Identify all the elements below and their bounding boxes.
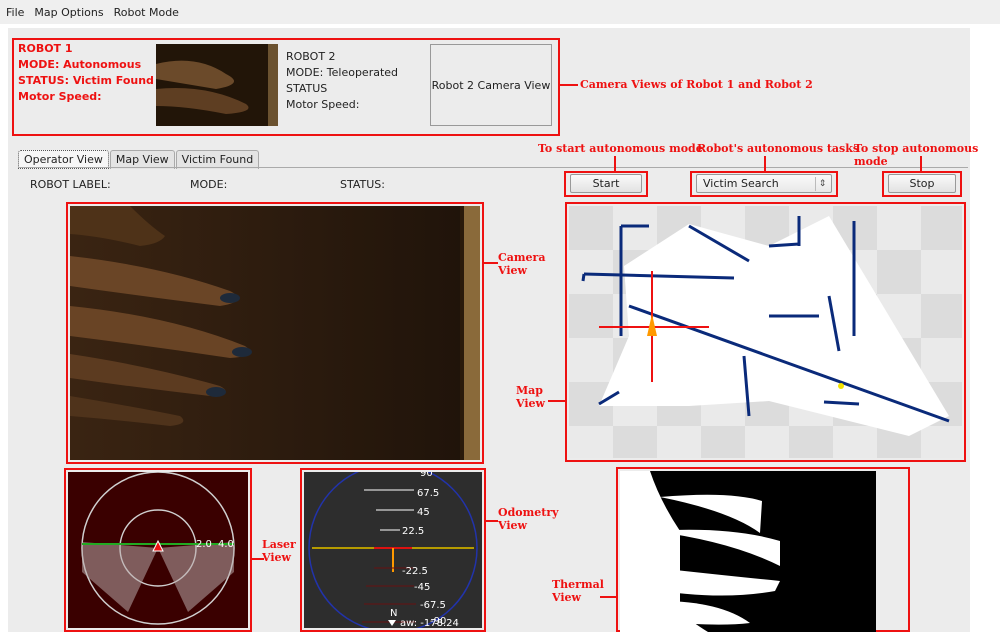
- odometry-tick: 22.5: [402, 526, 424, 537]
- annotation-arrow: [560, 84, 578, 86]
- odometry-tick: -67.5: [420, 600, 446, 611]
- status-field: STATUS:: [340, 178, 385, 191]
- menu-bar: File Map Options Robot Mode: [0, 0, 1000, 24]
- annotation-camera-line2: View: [498, 264, 527, 277]
- annotation-arrow: [484, 262, 498, 264]
- laser-ring-label-outer: 4.0: [218, 539, 234, 550]
- robot1-speed: Motor Speed:: [18, 90, 102, 103]
- annotation-camera-views: Camera Views of Robot 1 and Robot 2: [580, 78, 813, 91]
- odometry-tick: 90: [420, 472, 433, 479]
- menu-file[interactable]: File: [6, 6, 24, 19]
- select-arrows-icon: ⇕: [815, 177, 829, 191]
- odometry-tick: -45: [414, 582, 430, 593]
- annotation-stop: To stop autonomous mode: [854, 142, 979, 168]
- thermal-view: [620, 471, 876, 632]
- north-indicator: N: [390, 608, 397, 619]
- robot1-name: ROBOT 1: [18, 42, 73, 55]
- odometry-gauge: 90 67.5 45 22.5 -22.5 -45 -67.5 -90 N aw…: [304, 472, 482, 628]
- annotation-arrow: [548, 400, 566, 402]
- annotation-camera-view: Camera View: [498, 251, 545, 277]
- start-button[interactable]: Start: [570, 174, 642, 193]
- annotation-arrow: [486, 520, 498, 522]
- robot2-speed: Motor Speed:: [286, 98, 360, 111]
- main-camera-view: [70, 206, 480, 460]
- annotation-arrow: [920, 156, 922, 171]
- robot1-mode: MODE: Autonomous: [18, 58, 142, 71]
- map-view[interactable]: [569, 206, 962, 458]
- laser-scan: 2.0 4.0: [68, 472, 248, 628]
- robot2-camera-view: Robot 2 Camera View: [430, 44, 552, 126]
- stop-button[interactable]: Stop: [888, 174, 956, 193]
- robot1-camera-thumbnail: [156, 44, 278, 126]
- annotation-map-view: Map View: [516, 384, 545, 410]
- annotation-map-line2: View: [516, 397, 545, 410]
- mode-field: MODE:: [190, 178, 228, 191]
- task-select[interactable]: Victim Search ⇕: [696, 174, 832, 193]
- annotation-tasks: Robot's autonomous tasks: [697, 142, 860, 155]
- robot2-name: ROBOT 2: [286, 50, 336, 63]
- annotation-arrow: [764, 156, 766, 171]
- odometry-tick: 67.5: [417, 488, 439, 499]
- thermal-image: [620, 471, 876, 632]
- laser-view: 2.0 4.0: [68, 472, 248, 628]
- robot1-camera-image: [156, 44, 278, 126]
- robot2-mode: MODE: Teleoperated: [286, 66, 399, 79]
- laser-ring-label-inner: 2.0: [196, 539, 212, 550]
- robot-label-field: ROBOT LABEL:: [30, 178, 111, 191]
- odometry-tick: -22.5: [402, 566, 428, 577]
- yaw-readout: aw: -178.24: [400, 618, 459, 628]
- annotation-laser-view: Laser View: [262, 538, 296, 564]
- annotation-start: To start autonomous mode: [538, 142, 703, 155]
- menu-robot-mode[interactable]: Robot Mode: [114, 6, 179, 19]
- camera-image: [70, 206, 480, 460]
- odometry-tick: 45: [417, 507, 430, 518]
- annotation-thermal-line2: View: [552, 591, 581, 604]
- annotation-laser-line2: View: [262, 551, 291, 564]
- annotation-laser-line1: Laser: [262, 538, 296, 551]
- annotation-thermal-view: Thermal View: [552, 578, 604, 604]
- tab-divider: [18, 167, 968, 168]
- annotation-thermal-line1: Thermal: [552, 578, 604, 591]
- annotation-arrow: [614, 156, 616, 171]
- annotation-camera-line1: Camera: [498, 251, 546, 264]
- robot2-status: STATUS: [286, 82, 328, 95]
- annotation-odometry-view: Odometry View: [498, 506, 559, 532]
- annotation-map-line1: Map: [516, 384, 543, 397]
- menu-map-options[interactable]: Map Options: [34, 6, 103, 19]
- occupancy-map: [569, 206, 962, 458]
- annotation-odometry-line1: Odometry: [498, 506, 559, 519]
- annotation-odometry-line2: View: [498, 519, 527, 532]
- odometry-view: 90 67.5 45 22.5 -22.5 -45 -67.5 -90 N aw…: [304, 472, 482, 628]
- task-select-value: Victim Search: [703, 177, 779, 190]
- robot1-status: STATUS: Victim Found: [18, 74, 154, 87]
